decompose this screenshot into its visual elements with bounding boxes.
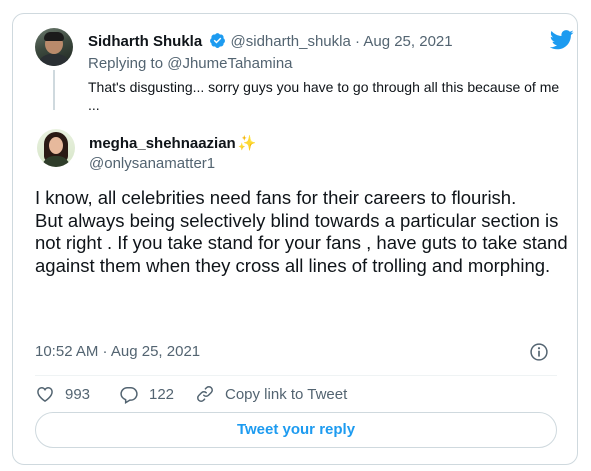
replying-to-handle[interactable]: @JhumeTahamina xyxy=(167,55,292,72)
twitter-bird-icon[interactable] xyxy=(549,30,574,55)
link-icon xyxy=(197,386,213,402)
tweet-timestamp[interactable]: 10:52 AM · Aug 25, 2021 xyxy=(35,343,200,360)
display-name[interactable]: megha_shehnaazian ✨ xyxy=(89,134,256,152)
reply-action[interactable]: 122 xyxy=(119,384,174,404)
reply-bubble-icon xyxy=(120,387,138,404)
display-name[interactable]: Sidharth Shukla xyxy=(88,33,202,50)
verified-badge-icon xyxy=(209,32,226,55)
avatar[interactable] xyxy=(35,28,73,66)
replying-to-line: Replying to @JhumeTahamina xyxy=(88,54,293,74)
tweet-your-reply-button[interactable]: Tweet your reply xyxy=(35,412,557,448)
heart-icon xyxy=(37,386,53,402)
tweet-paragraph: But always being selectively blind towar… xyxy=(35,209,568,276)
like-count: 993 xyxy=(65,385,91,403)
reply-count: 122 xyxy=(149,385,175,403)
like-action[interactable]: 993 xyxy=(35,384,90,404)
divider xyxy=(35,375,557,376)
embedded-tweet-card: Sidharth Shukla @sidharth_shukla · Aug 2… xyxy=(12,13,578,465)
separator: · xyxy=(355,33,360,50)
thread-connector-line xyxy=(53,70,55,110)
handle[interactable]: @onlysanamatter1 xyxy=(89,155,215,172)
avatar[interactable] xyxy=(37,129,75,167)
parent-tweet-text: That's disgusting... sorry guys you have… xyxy=(88,79,560,113)
sparkles-icon: ✨ xyxy=(237,135,257,152)
replying-to-label: Replying to xyxy=(88,55,164,72)
tweet-date[interactable]: Aug 25, 2021 xyxy=(363,33,452,50)
tweet-paragraph: I know, all celebrities need fans for th… xyxy=(35,187,517,208)
copy-link-action[interactable]: Copy link to Tweet xyxy=(195,384,347,404)
parent-tweet-header: Sidharth Shukla @sidharth_shukla · Aug 2… xyxy=(88,32,453,55)
copy-link-label: Copy link to Tweet xyxy=(225,385,348,403)
tweet-actions: 993 122 Copy link to Tweet xyxy=(35,384,557,404)
tweet-text: I know, all celebrities need fans for th… xyxy=(35,187,575,277)
handle[interactable]: @sidharth_shukla xyxy=(231,33,351,50)
info-icon[interactable] xyxy=(529,342,549,367)
